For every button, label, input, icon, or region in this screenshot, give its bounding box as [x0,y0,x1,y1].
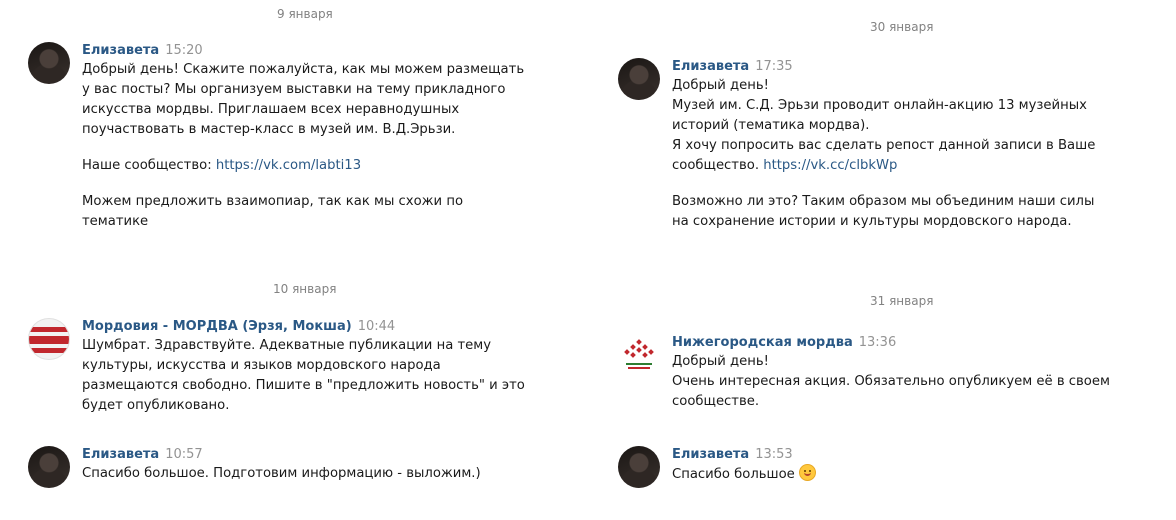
message-header: Елизавета 17:35 [672,58,1095,76]
message-body: Елизавета 15:20 Добрый день! Скажите пожа… [82,42,524,232]
message-body: Елизавета 17:35 Добрый день! Музей им. С.… [672,58,1095,232]
message-body: Мордовия - МОРДВА (Эрзя, Мокша) 10:44 Шум… [82,318,525,416]
message-header: Елизавета 15:20 [82,42,524,60]
avatar[interactable] [618,58,660,100]
message-time[interactable]: 15:20 [165,43,202,58]
message-line: Музей им. С.Д. Эрьзи проводит онлайн-акц… [672,98,1087,113]
message-line: тематике [82,214,149,229]
message-line: сообществе. [672,394,760,409]
author-name[interactable]: Елизавета [82,43,159,58]
link-label: сообщество. [672,158,764,173]
message-line: Шумбрат. Здравствуйте. Адекватные публик… [82,338,492,353]
message-line: Спасибо большое. Подготовим информацию -… [82,466,481,481]
message-line: Добрый день! Скажите пожалуйста, как мы … [82,62,525,77]
author-name[interactable]: Елизавета [672,447,749,462]
author-name[interactable]: Нижегородская мордва [672,335,853,350]
avatar[interactable] [28,318,70,360]
message-header: Мордовия - МОРДВА (Эрзя, Мокша) 10:44 [82,318,525,336]
message-body: Елизавета 10:57 Спасибо большое. Подготов… [82,446,481,484]
message-line: Можем предложить взаимопиар, так как мы … [82,194,464,209]
message-time[interactable]: 13:53 [755,447,792,462]
message-text: Спасибо большое [672,467,795,482]
message-line: Добрый день! [672,354,769,369]
message-line: культуры, искусства и языков мордовского… [82,358,441,373]
message-body: Елизавета 13:53 Спасибо большое [672,446,816,485]
avatar[interactable] [618,334,660,376]
date-separator: 10 января [273,282,337,296]
message-time[interactable]: 10:44 [358,319,395,334]
message-line: искусства мордвы. Приглашаем всех неравн… [82,102,460,117]
date-separator: 9 января [277,7,333,21]
post-link[interactable]: https://vk.cc/clbkWp [763,158,897,173]
avatar[interactable] [28,42,70,84]
author-name[interactable]: Елизавета [672,59,749,74]
date-separator: 30 января [870,20,934,34]
author-name[interactable]: Елизавета [82,447,159,462]
message-body: Нижегородская мордва 13:36 Добрый день! О… [672,334,1110,412]
chat-column-left: 9 января Елизавета 15:20 Добрый день! Ска… [0,0,560,520]
message-time[interactable]: 13:36 [859,335,896,350]
message-header: Нижегородская мордва 13:36 [672,334,1110,352]
avatar[interactable] [28,446,70,488]
chat-column-right: 30 января Елизавета 17:35 Добрый день! Му… [590,0,1176,520]
message-line: у вас посты? Мы организуем выставки на т… [82,82,506,97]
community-logo-icon [624,339,654,369]
avatar[interactable] [618,446,660,488]
community-link[interactable]: https://vk.com/labti13 [216,158,361,173]
message-line: Я хочу попросить вас сделать репост данн… [672,138,1096,153]
message-line: поучаствовать в мастер-класс в музей им.… [82,122,456,137]
message-line: размещаются свободно. Пишите в "предложи… [82,378,525,393]
message-line: историй (тематика мордва). [672,118,870,133]
smiling-face-emoji-icon [798,464,816,481]
message-time[interactable]: 10:57 [165,447,202,462]
message-line: на сохранение истории и культуры мордовс… [672,214,1072,229]
date-separator: 31 января [870,294,934,308]
message-line: сообщество. https://vk.cc/clbkWp [672,156,1095,176]
message-time[interactable]: 17:35 [755,59,792,74]
message-line: будет опубликовано. [82,398,230,413]
message-line: Добрый день! [672,78,769,93]
message-line: Наше сообщество: https://vk.com/labti13 [82,156,524,176]
author-name[interactable]: Мордовия - МОРДВА (Эрзя, Мокша) [82,319,352,334]
message-header: Елизавета 10:57 [82,446,481,464]
message-line: Возможно ли это? Таким образом мы объеди… [672,194,1095,209]
message-line: Спасибо большое [672,464,816,485]
message-header: Елизавета 13:53 [672,446,816,464]
message-line: Очень интересная акция. Обязательно опуб… [672,374,1110,389]
community-label: Наше сообщество: [82,158,216,173]
